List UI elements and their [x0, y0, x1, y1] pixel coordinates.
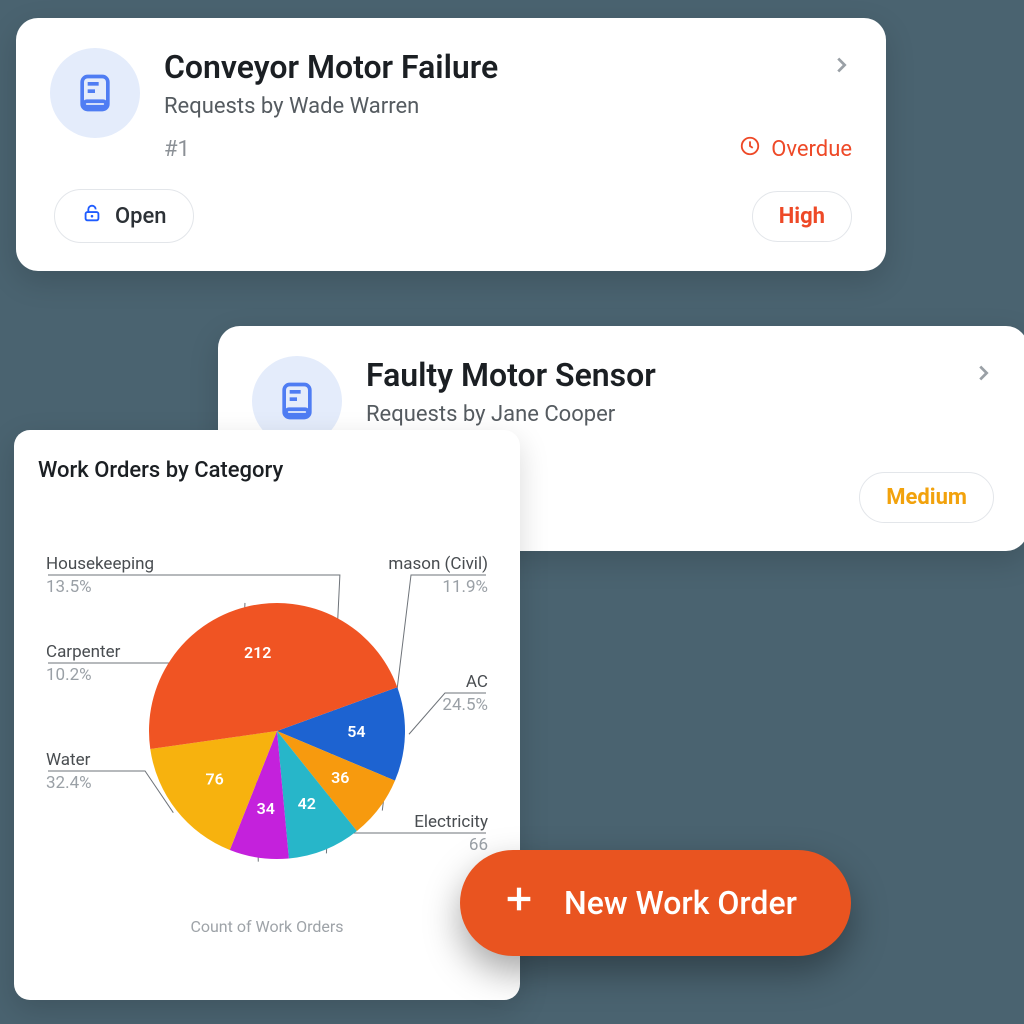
new-work-order-label: New Work Order: [564, 884, 797, 922]
priority-pill-medium[interactable]: Medium: [859, 472, 994, 523]
pie-slice-value: 34: [257, 799, 275, 818]
unlock-icon: [81, 202, 103, 230]
clipboard-icon: [50, 48, 140, 138]
work-order-requester: Requests by Jane Cooper: [366, 402, 994, 427]
priority-pill-high[interactable]: High: [752, 191, 852, 242]
pie-chart: 54 36 42 34 76 212 Electricity66 Water32.4% Carp…: [38, 511, 496, 911]
pie-label: Water32.4%: [46, 749, 92, 795]
chart-title: Work Orders by Category: [38, 458, 496, 483]
pie-slice-value: 54: [347, 722, 365, 741]
status-pill-open[interactable]: Open: [54, 189, 194, 243]
status-label: Open: [115, 204, 167, 229]
overdue-badge: Overdue: [739, 135, 852, 163]
overdue-label: Overdue: [771, 137, 852, 162]
chart-caption: Count of Work Orders: [38, 917, 496, 936]
pie-label: Carpenter10.2%: [46, 641, 120, 687]
chevron-right-icon[interactable]: [972, 362, 994, 388]
pie-label: mason (Civil)11.9%: [388, 553, 488, 599]
work-order-requester: Requests by Wade Warren: [164, 94, 852, 119]
plus-icon: [502, 882, 536, 924]
new-work-order-button[interactable]: New Work Order: [460, 850, 851, 956]
work-order-title: Conveyor Motor Failure: [164, 48, 498, 86]
pie-label: Electricity66: [414, 811, 488, 857]
work-order-title: Faulty Motor Sensor: [366, 356, 656, 394]
work-order-card[interactable]: Conveyor Motor Failure Requests by Wade …: [16, 18, 886, 271]
priority-label: High: [779, 204, 825, 229]
pie-slice-value: 76: [206, 769, 224, 788]
pie-slice-value: 212: [244, 643, 271, 662]
pie-label: Housekeeping13.5%: [46, 553, 154, 599]
chevron-right-icon[interactable]: [830, 54, 852, 80]
work-order-id: #1: [164, 137, 190, 162]
clock-icon: [739, 135, 761, 163]
pie-slice-value: 42: [298, 794, 316, 813]
pie-slice-value: 36: [331, 768, 349, 787]
pie-label: AC24.5%: [442, 671, 488, 717]
category-chart-card: Work Orders by Category 54 36 42 34 76 212 Ele…: [14, 430, 520, 1000]
priority-label: Medium: [886, 485, 967, 510]
